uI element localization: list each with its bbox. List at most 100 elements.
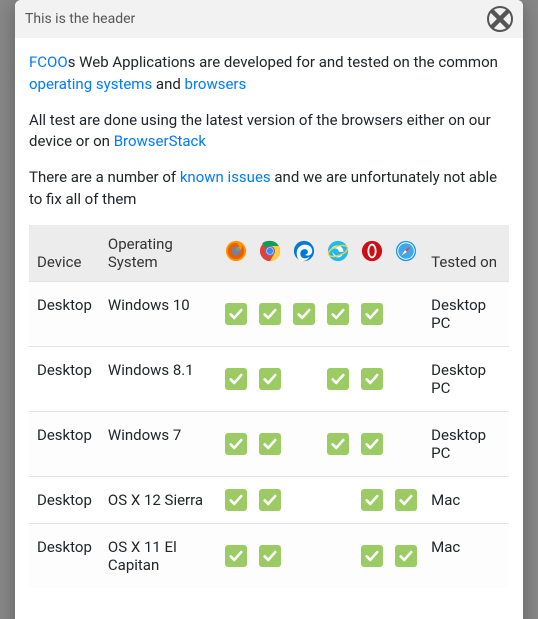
cell-support-chrome <box>253 411 287 476</box>
cell-support-safari <box>389 281 423 346</box>
cell-support-safari <box>389 411 423 476</box>
cell-support-ie <box>321 346 355 411</box>
col-ie-icon <box>321 225 355 282</box>
check-icon <box>259 368 281 390</box>
cell-support-firefox <box>219 281 253 346</box>
col-chrome-icon <box>253 225 287 282</box>
check-icon <box>361 368 383 390</box>
cell-support-edge <box>287 476 321 523</box>
intro-text-span: and <box>152 75 184 93</box>
support-table-wrap: Device Operating System Tested on Deskto… <box>29 225 509 588</box>
col-safari-icon <box>389 225 423 282</box>
cell-tested-on: Desktop PC <box>423 411 509 476</box>
intro-text-span: s Web Applications are developed for and… <box>68 53 498 71</box>
intro-text: FCOOs Web Applications are developed for… <box>29 52 509 225</box>
table-row: DesktopWindows 10 Desktop PC <box>29 281 509 346</box>
cell-support-chrome <box>253 523 287 588</box>
check-icon <box>225 303 247 325</box>
intro-text-span: All test are done using the latest versi… <box>29 111 491 151</box>
check-icon <box>293 303 315 325</box>
table-row: DesktopWindows 7 Desktop PC <box>29 411 509 476</box>
cell-device: Desktop <box>29 523 100 588</box>
cell-os: Windows 8.1 <box>100 346 219 411</box>
link-browserstack[interactable]: BrowserStack <box>114 132 206 150</box>
table-row: DesktopOS X 12 Sierra Mac <box>29 476 509 523</box>
check-icon <box>361 489 383 511</box>
link-known-issues[interactable]: known issues <box>180 168 271 186</box>
cell-os: Windows 7 <box>100 411 219 476</box>
check-icon <box>327 303 349 325</box>
check-icon <box>225 433 247 455</box>
table-row: DesktopOS X 11 El Capitan Mac <box>29 523 509 588</box>
cell-os: Windows 10 <box>100 281 219 346</box>
check-icon <box>361 303 383 325</box>
link-operating-systems[interactable]: operating systems <box>29 75 152 93</box>
link-browsers[interactable]: browsers <box>185 75 247 93</box>
cell-os: OS X 12 Sierra <box>100 476 219 523</box>
intro-paragraph-2: All test are done using the latest versi… <box>29 110 509 154</box>
cell-support-ie <box>321 411 355 476</box>
cell-support-edge <box>287 346 321 411</box>
modal-body: FCOOs Web Applications are developed for… <box>15 38 523 619</box>
cell-tested-on: Desktop PC <box>423 346 509 411</box>
cell-support-ie <box>321 523 355 588</box>
intro-paragraph-3: There are a number of known issues and w… <box>29 167 509 211</box>
cell-support-firefox <box>219 476 253 523</box>
check-icon <box>327 368 349 390</box>
link-fcoo[interactable]: FCOO <box>29 53 68 71</box>
check-icon <box>225 545 247 567</box>
check-icon <box>395 545 417 567</box>
cell-support-edge <box>287 281 321 346</box>
cell-device: Desktop <box>29 346 100 411</box>
cell-support-firefox <box>219 346 253 411</box>
check-icon <box>361 433 383 455</box>
check-icon <box>225 368 247 390</box>
modal: This is the header FCOOs Web Application… <box>15 0 523 619</box>
cell-support-edge <box>287 411 321 476</box>
col-os: Operating System <box>100 225 219 282</box>
intro-text-span: There are a number of <box>29 168 180 186</box>
col-device: Device <box>29 225 100 282</box>
close-icon[interactable] <box>487 6 513 32</box>
cell-support-edge <box>287 523 321 588</box>
modal-title: This is the header <box>25 11 135 27</box>
cell-support-opera <box>355 411 389 476</box>
check-icon <box>259 545 281 567</box>
cell-support-opera <box>355 476 389 523</box>
cell-device: Desktop <box>29 476 100 523</box>
check-icon <box>361 545 383 567</box>
check-icon <box>327 433 349 455</box>
cell-device: Desktop <box>29 411 100 476</box>
cell-support-ie <box>321 281 355 346</box>
cell-support-opera <box>355 346 389 411</box>
cell-support-chrome <box>253 281 287 346</box>
check-icon <box>225 489 247 511</box>
cell-support-safari <box>389 476 423 523</box>
cell-support-safari <box>389 523 423 588</box>
table-row: DesktopWindows 8.1 Desktop PC <box>29 346 509 411</box>
check-icon <box>259 489 281 511</box>
cell-support-chrome <box>253 476 287 523</box>
cell-support-opera <box>355 281 389 346</box>
cell-support-opera <box>355 523 389 588</box>
cell-tested-on: Mac <box>423 523 509 588</box>
cell-support-chrome <box>253 346 287 411</box>
table-body: DesktopWindows 10Desktop PCDesktopWindow… <box>29 281 509 588</box>
support-table: Device Operating System Tested on Deskto… <box>29 225 509 588</box>
check-icon <box>259 303 281 325</box>
cell-tested-on: Desktop PC <box>423 281 509 346</box>
col-tested-on: Tested on <box>423 225 509 282</box>
cell-tested-on: Mac <box>423 476 509 523</box>
check-icon <box>395 489 417 511</box>
check-icon <box>259 433 281 455</box>
cell-os: OS X 11 El Capitan <box>100 523 219 588</box>
cell-device: Desktop <box>29 281 100 346</box>
cell-support-firefox <box>219 411 253 476</box>
col-opera-icon <box>355 225 389 282</box>
cell-support-firefox <box>219 523 253 588</box>
cell-support-safari <box>389 346 423 411</box>
modal-header: This is the header <box>15 0 523 38</box>
col-firefox-icon <box>219 225 253 282</box>
intro-paragraph-1: FCOOs Web Applications are developed for… <box>29 52 509 96</box>
cell-support-ie <box>321 476 355 523</box>
